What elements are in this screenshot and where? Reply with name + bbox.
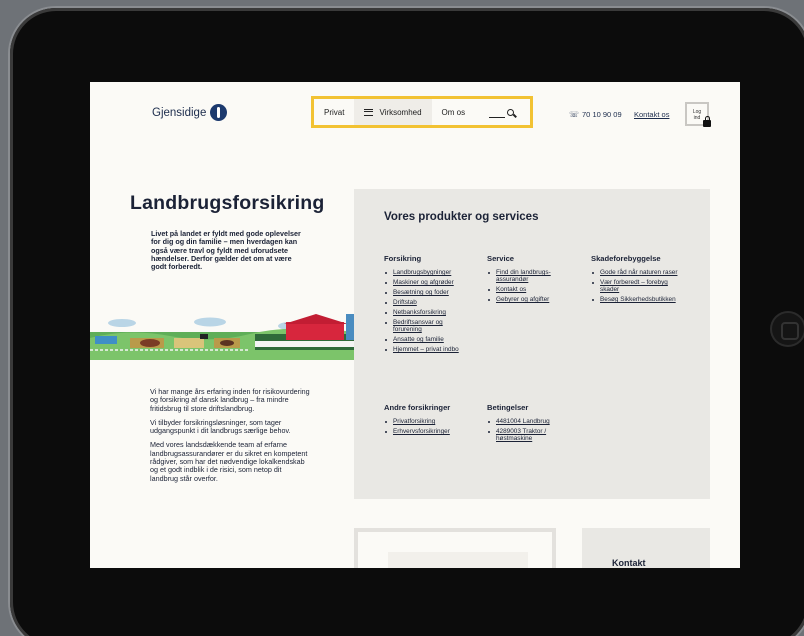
col-forsikring: Forsikring Landbrugsbygninger Maskiner o… — [384, 254, 472, 356]
products-panel: Vores produkter og services Forsikring L… — [354, 189, 710, 499]
nav-virksomhed[interactable]: Virksomhed — [354, 99, 432, 125]
paragraph-1: Vi har mange års erfaring inden for risi… — [150, 387, 310, 413]
nav-privat-label: Privat — [324, 107, 345, 117]
product-link[interactable]: Netbanksforsikring — [384, 309, 472, 316]
contact-card: Kontakt — [582, 528, 710, 568]
service-link[interactable]: Kontakt os — [487, 286, 565, 293]
col-heading: Betingelser — [487, 403, 529, 412]
nav-om-os[interactable]: Om os — [432, 99, 476, 125]
prevention-link[interactable]: Gode råd når naturen raser — [591, 269, 683, 276]
body-text: Vi har mange års erfaring inden for risi… — [150, 387, 310, 489]
paragraph-2: Vi tilbyder forsikringsløsninger, som ta… — [150, 417, 291, 436]
logo[interactable]: Gjensidige — [152, 104, 228, 121]
menu-icon — [364, 108, 374, 116]
col-service: Service Find din landbrugs-assurandør Ko… — [487, 254, 565, 306]
prevention-link[interactable]: Besøg Sikkerhedsbutikken — [591, 296, 683, 303]
screen: Gjensidige Privat Virksomhed Om os ☏ 70 … — [90, 82, 740, 568]
home-button[interactable] — [770, 311, 804, 347]
phone-icon: ☏ — [569, 110, 580, 119]
other-insurance-link[interactable]: Privatforsikring — [384, 418, 476, 425]
contact-link[interactable]: Kontakt os — [634, 110, 669, 119]
nav-privat[interactable]: Privat — [314, 99, 354, 125]
col-skadeforebyggelse: Skadeforebyggelse Gode råd når naturen r… — [591, 254, 683, 306]
col-betingelser: Betingelser 4481004 Landbrug 4289003 Tra… — [487, 403, 565, 445]
prevention-link[interactable]: Vær forberedt – forebyg skader — [591, 279, 683, 293]
product-link[interactable]: Driftstab — [384, 299, 472, 306]
col-heading: Skadeforebyggelse — [591, 254, 661, 263]
product-link[interactable]: Bedriftsansvar og forurening — [384, 319, 472, 333]
main-nav: Privat Virksomhed Om os — [311, 96, 533, 128]
paragraph-3: Med vores landsdækkende team af erfarne … — [150, 440, 308, 483]
search-input[interactable] — [489, 117, 506, 118]
search-button[interactable] — [489, 106, 515, 118]
logo-icon — [210, 104, 228, 121]
search-icon — [507, 109, 515, 116]
terms-link[interactable]: 4289003 Traktor / høstmaskine — [487, 428, 565, 442]
other-insurance-link[interactable]: Erhvervsforsikringer — [384, 428, 476, 435]
promo-card-image — [388, 552, 528, 568]
logo-text: Gjensidige — [152, 106, 207, 119]
page-title: Landbrugsforsikring — [130, 192, 325, 214]
service-link[interactable]: Gebyrer og afgifter — [487, 296, 565, 303]
promo-card — [354, 528, 556, 568]
product-link[interactable]: Landbrugsbygninger — [384, 269, 472, 276]
col-heading: Andre forsikringer — [384, 403, 451, 412]
farm-illustration — [90, 314, 355, 360]
product-link[interactable]: Hjemmet – privat indbo — [384, 346, 472, 353]
product-link[interactable]: Ansatte og familie — [384, 336, 472, 343]
intro-text: Livet på landet er fyldt med gode opleve… — [151, 229, 301, 272]
col-andre-forsikringer: Andre forsikringer Privatforsikring Erhv… — [384, 403, 476, 438]
terms-link[interactable]: 4481004 Landbrug — [487, 418, 565, 425]
contact-card-title: Kontakt — [612, 558, 646, 568]
col-heading: Forsikring — [384, 254, 422, 263]
col-heading: Service — [487, 254, 515, 263]
product-link[interactable]: Maskiner og afgrøder — [384, 279, 472, 286]
nav-om-os-label: Om os — [441, 107, 466, 117]
nav-virksomhed-label: Virksomhed — [379, 107, 422, 117]
phone-link[interactable]: ☏ 70 10 90 09 — [569, 110, 622, 119]
products-title: Vores produkter og services — [384, 211, 539, 223]
phone-number: 70 10 90 09 — [582, 110, 622, 119]
service-link[interactable]: Find din landbrugs-assurandør — [487, 269, 565, 283]
lock-icon — [703, 116, 711, 127]
product-link[interactable]: Besætning og foder — [384, 289, 472, 296]
